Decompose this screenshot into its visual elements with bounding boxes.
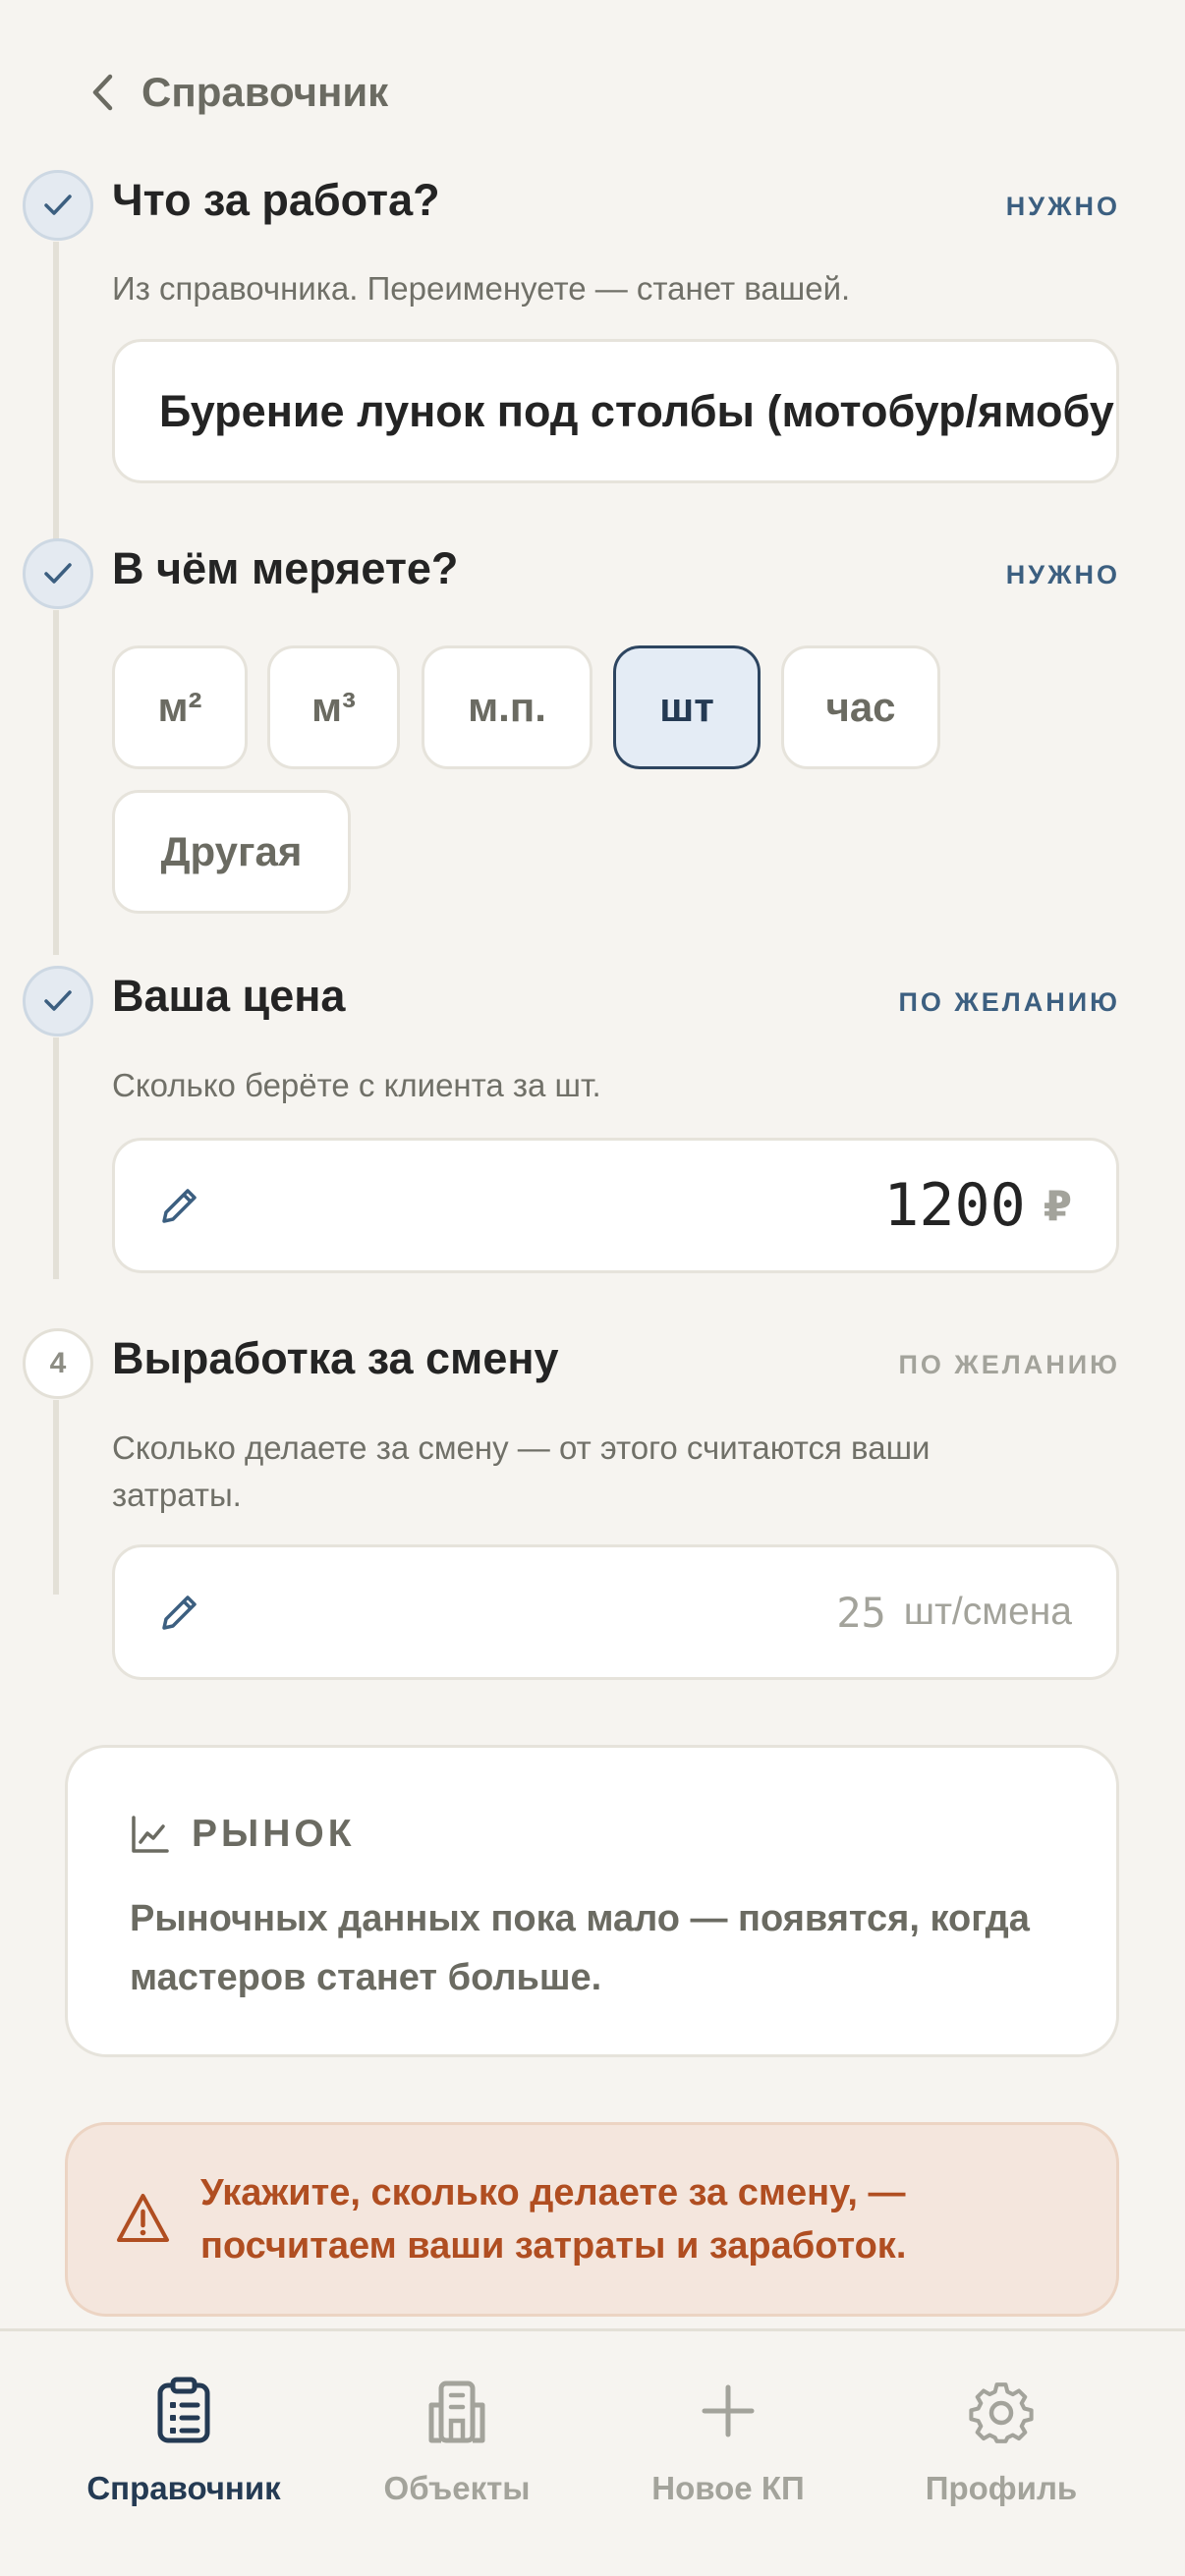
pencil-icon [162,1596,197,1630]
currency-symbol: ₽ [1043,1182,1072,1229]
section-hint-price: Сколько берёте с клиента за шт. [112,1067,601,1103]
warning-banner: Укажите, сколько делаете за смену, — пос… [65,2122,1119,2317]
page-title[interactable]: Справочник [141,69,388,116]
section-hint-name: Из справочника. Переименуете — станет ва… [112,270,851,307]
output-placeholder: 25 [836,1588,886,1637]
timeline-rail [53,1037,59,1279]
timeline-rail [53,1400,59,1595]
timeline-rail [53,242,59,572]
unit-chip-hour[interactable]: час [781,645,940,769]
chart-line-icon [132,1816,169,1853]
work-name-value: Бурение лунок под столбы (мотобур/ямобур… [159,385,1119,436]
pencil-icon [162,1189,197,1223]
warning-icon [117,2194,169,2242]
gear-icon [969,2382,1034,2443]
nav-item-profile[interactable]: Профиль [864,2376,1139,2507]
nav-item-objects[interactable]: Объекты [319,2376,594,2507]
price-value: 1200 [883,1171,1026,1240]
market-label: РЫНОК [192,1813,356,1855]
step-number-marker: 4 [23,1328,93,1399]
unit-chip-m3[interactable]: м³ [267,645,400,769]
optional-tag: ПО ЖЕЛАНИЮ [898,987,1120,1017]
header: Справочник [86,59,388,126]
section-title-unit: В чём меряете? [112,543,459,593]
section-hint-output: Сколько делаете за смену — от этого счит… [112,1429,931,1513]
work-name-input[interactable]: Бурение лунок под столбы (мотобур/ямобур… [112,339,1119,483]
unit-chip-m2[interactable]: м² [112,645,248,769]
price-input[interactable]: 1200 ₽ [112,1138,1119,1273]
section-title-price: Ваша цена [112,971,346,1021]
step-complete-marker [23,966,93,1036]
chevron-left-icon [92,74,113,111]
market-card: РЫНОК Рыночных данных пока мало — появят… [65,1745,1119,2057]
optional-tag: ПО ЖЕЛАНИЮ [898,1350,1120,1379]
step-complete-marker [23,170,93,241]
step-complete-marker [23,538,93,609]
nav-item-catalog[interactable]: Справочник [46,2376,321,2507]
timeline-rail [53,610,59,955]
building-icon [428,2380,485,2443]
nav-label-objects: Объекты [383,2470,531,2506]
unit-chip-pcs[interactable]: шт [613,645,761,769]
warning-text: Укажите, сколько делаете за смену, — пос… [200,2172,907,2267]
required-tag: НУЖНО [1005,192,1120,221]
section-title-output: Выработка за смену [112,1333,559,1383]
check-icon [44,195,72,215]
clipboard-list-icon [157,2377,210,2443]
back-button[interactable] [86,73,118,112]
nav-item-new-quote[interactable]: Новое КП [591,2376,866,2507]
nav-label-catalog: Справочник [86,2470,281,2506]
required-tag: НУЖНО [1005,560,1120,589]
output-unit: шт/смена [903,1591,1072,1633]
unit-chip-other[interactable]: Другая [112,790,351,914]
nav-label-profile: Профиль [925,2470,1078,2506]
bottom-nav: Справочник Объекты Новое КП Профиль [0,2328,1185,2576]
output-input[interactable]: 25 шт/смена [112,1544,1119,1680]
market-text: Рыночных данных пока мало — появятся, ко… [130,1898,1030,1998]
plus-icon [702,2384,755,2437]
unit-chip-mp[interactable]: м.п. [422,645,592,769]
section-title-name: Что за работа? [112,175,440,225]
check-icon [44,563,72,584]
nav-label-new-quote: Новое КП [651,2470,805,2506]
check-icon [44,990,72,1011]
